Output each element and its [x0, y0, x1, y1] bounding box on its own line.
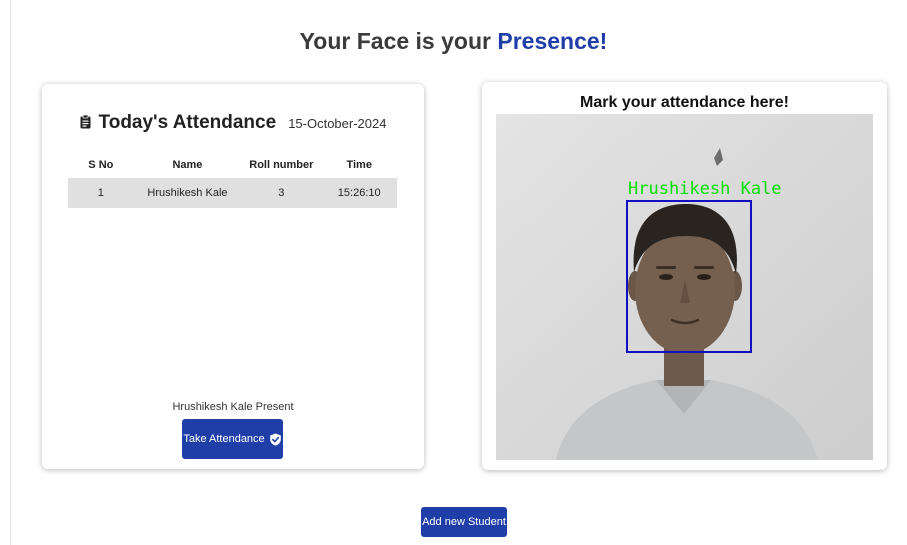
check-badge-icon [269, 433, 281, 446]
cell-name: Hrushikesh Kale [133, 178, 242, 208]
page-title-accent: Presence! [497, 28, 608, 54]
camera-title: Mark your attendance here! [580, 94, 789, 111]
camera-frame-image: Hrushikesh Kale [496, 114, 873, 460]
add-new-student-button[interactable]: Add new Student [421, 507, 507, 537]
page-title: Your Face is your Presence! [0, 28, 907, 55]
page-left-border [10, 0, 11, 545]
cell-sno: 1 [68, 178, 134, 208]
detected-name-label: Hrushikesh Kale [628, 179, 782, 199]
column-header-roll-number: Roll number [249, 159, 314, 171]
column-header-time: Time [346, 159, 372, 171]
table-row: 1 Hrushikesh Kale 3 15:26:10 [68, 178, 397, 208]
take-attendance-label: Take Attendance [183, 433, 265, 445]
column-header-name: Name [172, 159, 203, 171]
attendance-date: 15-October-2024 [288, 116, 387, 131]
attendance-header: Today's Attendance 15-October-2024 [42, 112, 424, 134]
cell-roll-number: 3 [241, 178, 322, 208]
page-title-prefix: Your Face is your [299, 28, 491, 54]
cell-time: 15:26:10 [321, 178, 397, 208]
attendance-status: Hrushikesh Kale Present [172, 401, 294, 413]
attendance-table-header-row: S No Name Roll number Time [68, 152, 397, 178]
attendance-card: Today's Attendance 15-October-2024 S No … [42, 84, 424, 469]
attendance-table: S No Name Roll number Time 1 Hrushikesh … [68, 152, 397, 208]
camera-feed: Hrushikesh Kale [496, 114, 873, 460]
attendance-title: Today's Attendance [98, 112, 277, 133]
clipboard-icon [80, 115, 91, 129]
take-attendance-button[interactable]: Take Attendance [182, 419, 283, 459]
add-new-student-label: Add new Student [422, 516, 506, 528]
column-header-sno: S No [88, 159, 114, 171]
camera-card: Mark your attendance here! Hrushikesh Ka… [482, 82, 887, 470]
